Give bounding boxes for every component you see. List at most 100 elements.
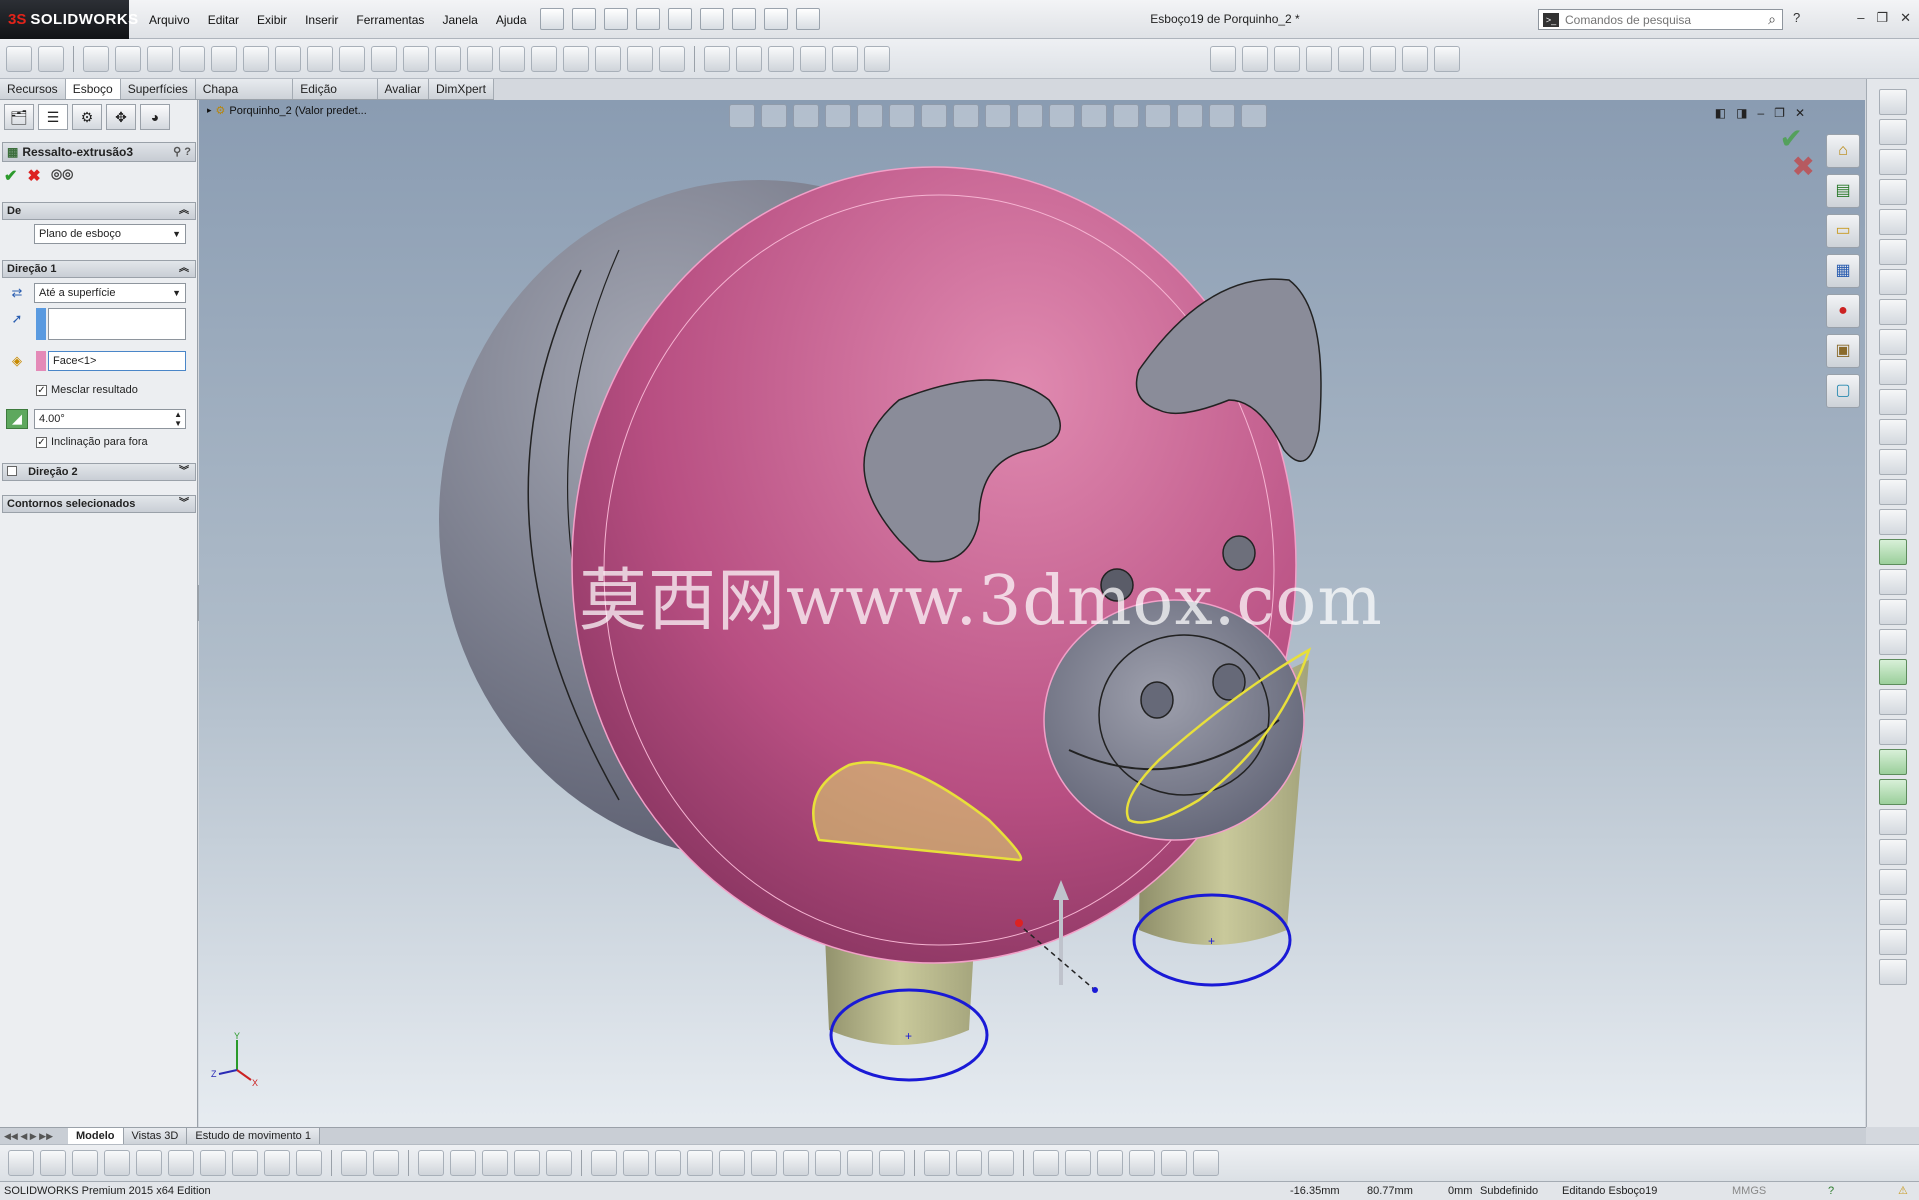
hidden-removed-icon[interactable] <box>687 1150 713 1176</box>
collapse-chevron-icon[interactable]: ︽ <box>179 203 189 219</box>
dimxpert-manager-tab-icon[interactable]: ✥ <box>106 104 136 130</box>
view-palette-icon[interactable]: ▦ <box>1826 254 1860 288</box>
offset-entities-icon[interactable] <box>563 46 589 72</box>
sketch-picture-icon[interactable] <box>403 46 429 72</box>
section-view-icon[interactable] <box>857 104 883 128</box>
blocks-belt-icon[interactable] <box>1402 46 1428 72</box>
display-cube-2-icon[interactable] <box>847 1150 873 1176</box>
tab-estudo-movimento[interactable]: Estudo de movimento 1 <box>187 1128 320 1144</box>
start-condition-select[interactable]: Plano de esboço ▼ <box>34 224 186 244</box>
quick-snaps-icon[interactable] <box>768 46 794 72</box>
previous-view-icon[interactable] <box>825 104 851 128</box>
circle-icon[interactable] <box>179 46 205 72</box>
feature-manager-tab-icon[interactable]: 🗂 <box>4 104 34 130</box>
sketch-arc-icon[interactable] <box>1879 119 1907 145</box>
search-icon[interactable]: ⌕ <box>1768 11 1776 28</box>
shadows-icon[interactable] <box>1145 104 1171 128</box>
tab-esboco[interactable]: Esboço <box>65 79 121 99</box>
blocks-tools-icon[interactable] <box>1434 46 1460 72</box>
graphics-area[interactable]: + + ▸ ⚙ Porquinho_2 (Valor predet... ◧ ◨… <box>199 100 1865 1127</box>
filter-selection-icon[interactable] <box>1879 419 1907 445</box>
normal-to-icon[interactable] <box>591 1150 617 1176</box>
construction-geometry-icon[interactable] <box>418 1150 444 1176</box>
smart-dimension-icon[interactable] <box>38 46 64 72</box>
filter-toggle-icon[interactable] <box>1879 389 1907 415</box>
reverse-direction-icon[interactable]: ⇄ <box>8 284 26 302</box>
viewport-restore-icon[interactable]: ❐ <box>1774 106 1785 120</box>
text-icon[interactable] <box>435 46 461 72</box>
end-condition-select[interactable]: Até a superfície ▼ <box>34 283 186 303</box>
solidworks-resources-icon[interactable]: ⌂ <box>1826 134 1860 168</box>
line-icon[interactable] <box>83 46 109 72</box>
apply-scene-icon[interactable] <box>1049 104 1075 128</box>
filter-bodies-icon[interactable] <box>1879 599 1907 625</box>
hide-show-icon[interactable] <box>985 104 1011 128</box>
spline-icon[interactable] <box>275 46 301 72</box>
property-manager-tab-icon[interactable]: ☰ <box>38 104 68 130</box>
close-icon[interactable]: ✕ <box>1900 10 1911 26</box>
view-orientation-icon[interactable] <box>729 104 755 128</box>
centerline-toggle-icon[interactable] <box>450 1150 476 1176</box>
spline-tools-icon[interactable] <box>1129 1150 1155 1176</box>
linear-pattern-icon[interactable] <box>627 46 653 72</box>
sketch-parabola-icon[interactable] <box>1879 299 1907 325</box>
menu-arquivo[interactable]: Arquivo <box>140 13 199 27</box>
draft-outward-checkbox[interactable]: ✓ Inclinação para fora <box>36 436 148 448</box>
view-bottom-icon[interactable] <box>168 1150 194 1176</box>
open-document-icon[interactable] <box>572 8 596 30</box>
measure-icon[interactable] <box>879 1150 905 1176</box>
split-entities-icon[interactable] <box>546 1150 572 1176</box>
options-icon[interactable] <box>796 8 820 30</box>
arc-icon[interactable] <box>211 46 237 72</box>
rectangle-icon[interactable] <box>115 46 141 72</box>
view-left-icon[interactable] <box>72 1150 98 1176</box>
sketch-line-icon[interactable] <box>1879 89 1907 115</box>
pin-icon[interactable]: ⚲ <box>173 146 181 158</box>
sketch-tangent-arc-icon[interactable] <box>1879 149 1907 175</box>
add-part-icon[interactable] <box>956 1150 982 1176</box>
cancel-x-icon[interactable]: ✖ <box>27 166 40 186</box>
blocks-rebuild-icon[interactable] <box>1370 46 1396 72</box>
view-right-icon[interactable] <box>104 1150 130 1176</box>
configuration-manager-tab-icon[interactable]: ⚙ <box>72 104 102 130</box>
filter-faces-icon[interactable] <box>1879 569 1907 595</box>
move-entities-icon[interactable] <box>659 46 685 72</box>
fillet-icon[interactable] <box>339 46 365 72</box>
filter-notes-icon[interactable] <box>1879 779 1907 805</box>
view-top-icon[interactable] <box>136 1150 162 1176</box>
display-style-icon[interactable] <box>953 104 979 128</box>
merge-result-checkbox[interactable]: ✓ Mesclar resultado <box>36 384 138 396</box>
draft-angle-field[interactable]: 4.00° ▲ ▼ <box>34 409 186 429</box>
filter-blocks-icon[interactable] <box>1879 959 1907 985</box>
tab-edicao-direta[interactable]: Edição direta <box>293 79 378 116</box>
layout-icon[interactable] <box>1065 1150 1091 1176</box>
point-icon[interactable] <box>467 46 493 72</box>
collapse-chevron-icon[interactable]: ︽ <box>179 261 189 277</box>
sketch-picture-insert-icon[interactable] <box>1033 1150 1059 1176</box>
tab-vistas-3d[interactable]: Vistas 3D <box>123 1128 188 1144</box>
sketch-icon[interactable] <box>6 46 32 72</box>
draft-icon[interactable]: ◢ <box>6 409 28 429</box>
filter-edges-icon[interactable] <box>1879 539 1907 565</box>
menu-ferramentas[interactable]: Ferramentas <box>347 13 433 27</box>
expand-arrow-icon[interactable]: ▸ <box>207 105 212 116</box>
chain-icon[interactable] <box>1193 1150 1219 1176</box>
repair-sketch-icon[interactable] <box>736 46 762 72</box>
polygon-icon[interactable] <box>243 46 269 72</box>
tab-avaliar[interactable]: Avaliar <box>377 79 429 99</box>
edit-appearance-icon[interactable] <box>1017 104 1043 128</box>
new-document-icon[interactable] <box>540 8 564 30</box>
help-icon[interactable]: ? <box>1793 10 1800 25</box>
origin-handle[interactable] <box>1015 919 1023 927</box>
filter-datum-icon[interactable] <box>1879 839 1907 865</box>
display-cube-icon[interactable] <box>815 1150 841 1176</box>
merge-result-box[interactable]: ✓ <box>36 384 47 396</box>
sketch-circle-icon[interactable] <box>1879 239 1907 265</box>
viewport-close-icon[interactable]: ✕ <box>1795 106 1805 120</box>
view-front-icon[interactable] <box>8 1150 34 1176</box>
drag-handle-point[interactable] <box>1092 987 1098 993</box>
rapid-sketch-icon[interactable] <box>800 46 826 72</box>
wireframe-icon[interactable] <box>751 1150 777 1176</box>
filter-icon[interactable] <box>1879 359 1907 385</box>
paste-icon[interactable] <box>373 1150 399 1176</box>
